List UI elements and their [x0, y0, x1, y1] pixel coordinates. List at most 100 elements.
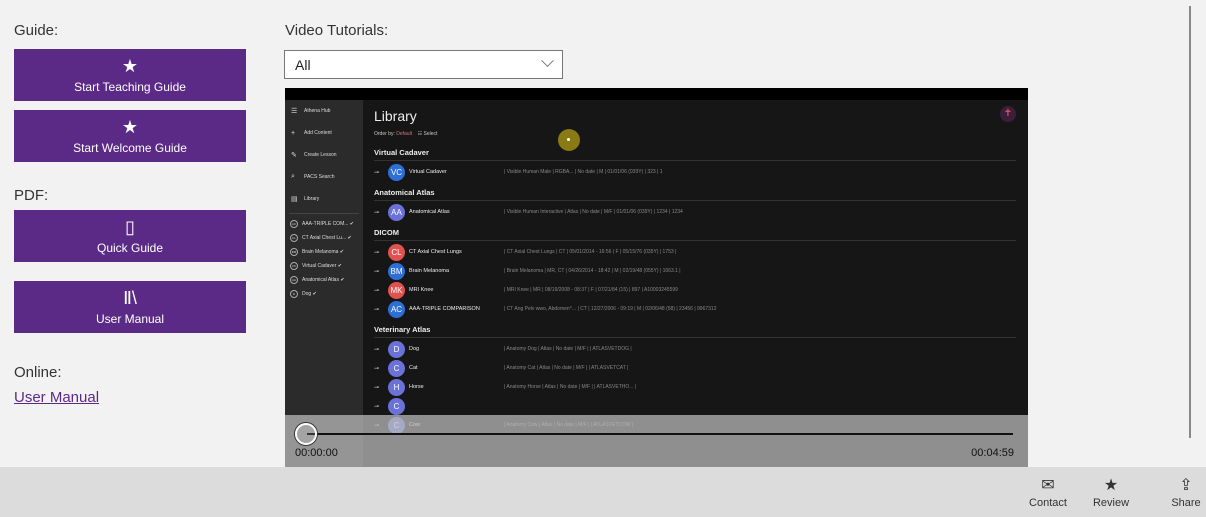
avatar: VC: [290, 262, 298, 270]
video-sidebar-item: ▤ Library: [285, 188, 363, 210]
library-item-label: CT Axial Chest Lu... ✔: [302, 235, 352, 241]
avatar: AC: [290, 220, 298, 228]
avatar: D: [290, 290, 298, 298]
pin-icon: ⊸: [374, 306, 380, 313]
divider: [289, 213, 359, 214]
row-meta: | Visible Human Interactive | Atlas | No…: [504, 209, 683, 215]
pin-icon: ⊸: [374, 384, 380, 391]
video-sidebar-library-item: VC Virtual Cadaver ✔: [285, 259, 363, 273]
video-sidebar-item: ☰ Athena Hub: [285, 100, 363, 122]
row-name: Dog: [409, 346, 420, 352]
quick-guide-button[interactable]: ▯ Quick Guide: [14, 210, 246, 262]
library-item-label: Dog ✔: [302, 291, 317, 297]
share-icon: ⇪: [1179, 477, 1193, 494]
order-by: Order by: Default ☷ Select: [374, 131, 438, 137]
avatar: CL: [388, 243, 405, 261]
pin-icon: ⊸: [374, 403, 380, 410]
avatar: AC: [388, 300, 405, 318]
select-label: Select: [423, 131, 438, 137]
video-app-main: Library Order by: Default ☷ Select ✝ Vir…: [363, 100, 1028, 467]
library-row: ⊸ C: [374, 397, 1016, 415]
avatar: C: [388, 397, 405, 415]
row-meta: | CT Ang Pelv wwo, Abdomen^... | CT | 12…: [504, 306, 717, 312]
divider: [374, 200, 1016, 201]
library-item-label: Brain Melanoma ✔: [302, 249, 344, 255]
library-section-title: Veterinary Atlas: [374, 325, 431, 334]
phone-icon: ▯: [125, 217, 135, 237]
video-tutorials-label: Video Tutorials:: [285, 22, 389, 39]
row-name: Anatomical Atlas: [409, 209, 450, 215]
avatar: AA: [388, 203, 405, 221]
sidebar-glyph-icon: ✎: [291, 152, 297, 159]
tutorial-filter-dropdown[interactable]: All: [284, 50, 563, 79]
video-player[interactable]: ☰ Athena Hub + Add Content ✎ Create Lesson ⌕ PA…: [285, 88, 1028, 467]
start-teaching-guide-button[interactable]: ★ Start Teaching Guide: [14, 49, 246, 101]
seek-track[interactable]: [307, 433, 1013, 435]
library-row: ⊸ VC Virtual Cadaver | Visible Human Male |…: [374, 163, 1016, 181]
bottom-app-bar: ✉ Contact ★ Review ⇪ Share: [0, 467, 1206, 517]
library-row: ⊸ CL CT Axial Chest Lungs | CT Axial Chest …: [374, 243, 1016, 261]
video-sidebar-item: ⌕ PACS Search: [285, 166, 363, 188]
review-button[interactable]: ★ Review: [1091, 467, 1131, 517]
avatar: VC: [388, 163, 405, 181]
star-icon: ★: [121, 56, 139, 76]
pin-icon: ⊸: [374, 169, 380, 176]
row-name: Horse: [409, 384, 424, 390]
row-meta: | Brain Melanoma | MR, CT | 04/26/2014 -…: [504, 268, 681, 274]
avatar: D: [388, 340, 405, 358]
library-section-title: Anatomical Atlas: [374, 188, 435, 197]
video-sidebar-item: + Add Content: [285, 122, 363, 144]
sidebar-glyph-icon: ▤: [291, 196, 298, 203]
video-app-sidebar: ☰ Athena Hub + Add Content ✎ Create Lesson ⌕ PA…: [285, 100, 363, 467]
video-sidebar-library-item: AC AAA-TRIPLE COM... ✔: [285, 217, 363, 231]
library-row: ⊸ AC AAA-TRIPLE COMPARISON | CT Ang Pelv ww…: [374, 300, 1016, 318]
library-section-title: Virtual Cadaver: [374, 148, 429, 157]
row-meta: | MRI Knee | MR | 08/19/2008 - 08:37 | F…: [504, 287, 678, 293]
avatar: C: [388, 359, 405, 377]
contact-button[interactable]: ✉ Contact: [1028, 467, 1068, 517]
library-icon: Ⅱ\: [123, 288, 137, 308]
pin-icon: ⊸: [374, 346, 380, 353]
row-name: AAA-TRIPLE COMPARISON: [409, 306, 480, 312]
vertical-scrollbar[interactable]: [1189, 6, 1191, 438]
row-name: MRI Knee: [409, 287, 434, 293]
row-meta: | Anatomy Cat | Atlas | No date | M/F | …: [504, 365, 629, 371]
row-meta: | CT Axial Chest Lungs | CT | 05/01/2014…: [504, 249, 677, 255]
row-meta: | Anatomy Horse | Atlas | No date | M/F …: [504, 384, 637, 390]
row-name: Virtual Cadaver: [409, 169, 447, 175]
start-welcome-guide-button[interactable]: ★ Start Welcome Guide: [14, 110, 246, 162]
divider: [374, 240, 1016, 241]
avatar: H: [388, 378, 405, 396]
avatar: MK: [388, 281, 405, 299]
share-button[interactable]: ⇪ Share: [1168, 467, 1204, 517]
seek-thumb[interactable]: [295, 423, 317, 445]
user-manual-pdf-button[interactable]: Ⅱ\ User Manual: [14, 281, 246, 333]
order-by-value: Default: [396, 131, 413, 137]
divider: [374, 160, 1016, 161]
avatar: AA: [290, 276, 298, 284]
chevron-down-icon: [541, 54, 554, 68]
button-label: Quick Guide: [96, 241, 164, 255]
current-time: 00:00:00: [295, 447, 338, 459]
library-row: ⊸ AA Anatomical Atlas | Visible Human Inter…: [374, 203, 1016, 221]
video-sidebar-item: ✎ Create Lesson: [285, 144, 363, 166]
sidebar-item-label: Athena Hub: [304, 108, 331, 114]
button-label: User Manual: [95, 312, 165, 326]
library-row: ⊸ D Dog | Anatomy Dog | Atlas | No date | M…: [374, 340, 1016, 358]
row-name: Brain Melanoma: [409, 268, 450, 274]
library-item-label: Virtual Cadaver ✔: [302, 263, 342, 269]
guide-label: Guide:: [14, 22, 59, 39]
row-name: Cat: [409, 365, 418, 371]
pin-icon: ⊸: [374, 249, 380, 256]
video-sidebar-library-item: AA Anatomical Atlas ✔: [285, 273, 363, 287]
contact-label: Contact: [1029, 497, 1067, 509]
button-label: Start Teaching Guide: [74, 80, 186, 94]
user-manual-link[interactable]: User Manual: [14, 389, 99, 406]
sidebar-item-label: Library: [304, 196, 320, 202]
library-title: Library: [374, 108, 417, 124]
video-sidebar-library-item: CL CT Axial Chest Lu... ✔: [285, 231, 363, 245]
row-meta: | Anatomy Dog | Atlas | No date | M/F | …: [504, 346, 632, 352]
online-label: Online:: [14, 364, 62, 381]
library-row: ⊸ BM Brain Melanoma | Brain Melanoma | MR, …: [374, 262, 1016, 280]
sidebar-item-label: Add Content: [304, 130, 332, 136]
